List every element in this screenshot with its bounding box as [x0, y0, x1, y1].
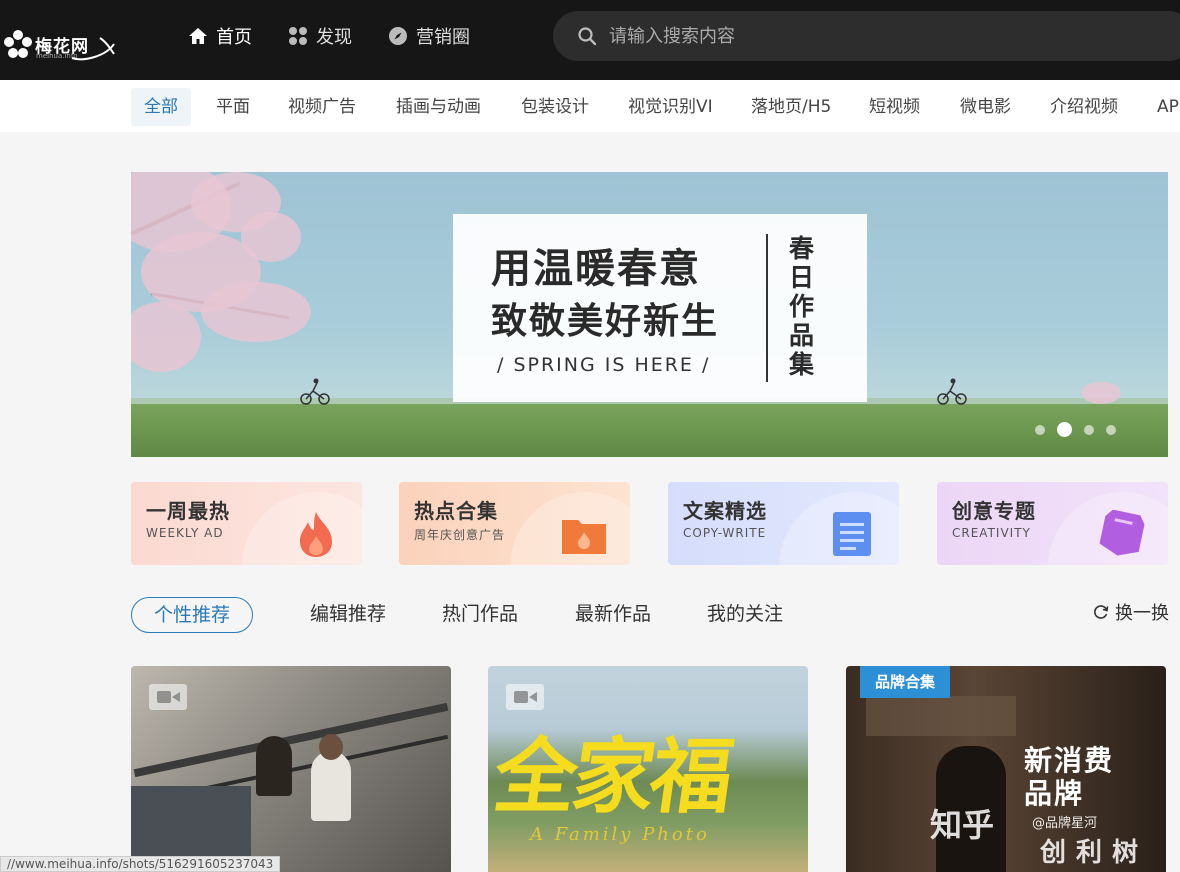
refresh-label: 换一换 — [1115, 603, 1169, 624]
plum-blossom-icon — [4, 30, 32, 58]
browser-status-url: //www.meihua.info/shots/516291605237043 — [0, 856, 281, 872]
feature-card-copywriting[interactable]: 文案精选 COPY-WRITE — [668, 482, 899, 565]
top-navbar: 梅花网 meihua.info 首页 发现 营销圈 — [0, 0, 1180, 80]
banner-headline-2: 致敬美好新生 — [491, 301, 720, 342]
search-box — [553, 11, 1180, 61]
logo-swoosh — [71, 37, 115, 61]
category-illustration[interactable]: 插画与动画 — [396, 88, 481, 126]
banner-headline-1: 用温暖春意 — [491, 246, 701, 292]
folder-icon — [562, 520, 606, 554]
category-all[interactable]: 全部 — [131, 88, 191, 126]
nav-home[interactable]: 首页 — [188, 22, 252, 50]
thumbnail-subtitle: A Family Photo — [530, 824, 710, 845]
banner-divider — [766, 234, 768, 382]
nav-marketing-circle[interactable]: 营销圈 — [388, 22, 470, 50]
site-logo[interactable]: 梅花网 meihua.info — [0, 12, 118, 64]
hero-banner[interactable]: 用温暖春意 致敬美好新生 / SPRING IS HERE / 春日作品集 — [131, 172, 1168, 457]
compass-icon — [389, 27, 407, 45]
feature-subtitle: COPY-WRITE — [683, 526, 767, 540]
search-icon — [578, 27, 597, 46]
carousel-dot[interactable] — [1035, 424, 1045, 435]
work-thumbnail-family-photo[interactable]: 全家福 A Family Photo — [488, 666, 808, 872]
carousel-dot[interactable] — [1084, 424, 1094, 435]
grid-icon — [289, 27, 307, 45]
feature-card-hot-collection[interactable]: 热点合集 周年庆创意广告 — [399, 482, 630, 565]
feature-title: 一周最热 — [146, 499, 230, 523]
category-print[interactable]: 平面 — [216, 88, 250, 126]
category-video-ad[interactable]: 视频广告 — [288, 88, 356, 126]
feature-subtitle: 周年庆创意广告 — [414, 528, 506, 542]
category-bar: 全部 平面 视频广告 插画与动画 包装设计 视觉识别VI 落地页/H5 短视频 … — [0, 80, 1180, 132]
tab-editor-pick[interactable]: 编辑推荐 — [310, 597, 386, 633]
feature-title: 热点合集 — [414, 499, 498, 523]
zhihu-watermark: 知乎 — [930, 806, 995, 844]
cyclist-figure — [300, 378, 330, 405]
grass-field — [131, 404, 1168, 457]
category-vi[interactable]: 视觉识别VI — [628, 88, 713, 126]
category-short-video[interactable]: 短视频 — [869, 88, 920, 126]
tab-latest-works[interactable]: 最新作品 — [575, 597, 651, 633]
banner-vertical-title: 春日作品集 — [789, 234, 815, 379]
video-icon — [149, 684, 187, 710]
feature-title: 创意专题 — [952, 499, 1036, 523]
feature-title: 文案精选 — [683, 499, 767, 523]
thumbnail-title: 全家福 — [488, 729, 736, 825]
banner-title-card: 用温暖春意 致敬美好新生 / SPRING IS HERE / 春日作品集 — [453, 214, 867, 402]
work-thumbnail[interactable] — [131, 666, 451, 872]
search-input[interactable] — [609, 21, 1149, 51]
home-icon — [189, 28, 207, 44]
category-packaging[interactable]: 包装设计 — [521, 88, 589, 126]
feature-subtitle: WEEKLY AD — [146, 526, 224, 540]
collection-badge: 品牌合集 — [860, 666, 951, 698]
fire-icon — [300, 512, 332, 557]
tab-personal-recommend[interactable]: 个性推荐 — [131, 597, 254, 633]
nav-marketing-label: 营销圈 — [416, 27, 470, 48]
author-handle-watermark: @品牌星河 — [1032, 816, 1098, 831]
pen-icon — [1099, 510, 1145, 556]
category-intro-video[interactable]: 介绍视频 — [1050, 88, 1118, 126]
document-icon — [833, 512, 871, 556]
cyclist-figure — [937, 378, 967, 405]
nav-discover[interactable]: 发现 — [288, 22, 352, 50]
nav-discover-label: 发现 — [316, 27, 352, 48]
carousel-dot-active[interactable] — [1057, 422, 1072, 437]
feature-card-weekly-hot[interactable]: 一周最热 WEEKLY AD — [131, 482, 362, 565]
category-micro-film[interactable]: 微电影 — [960, 88, 1011, 126]
refresh-icon — [1094, 605, 1109, 619]
feature-subtitle: CREATIVITY — [952, 526, 1031, 540]
thumbnail-title-line: 新消费 — [1024, 744, 1115, 777]
refresh-button[interactable]: 换一换 — [1093, 599, 1169, 625]
carousel-dots — [1035, 422, 1116, 437]
category-landing-h5[interactable]: 落地页/H5 — [751, 88, 831, 126]
banner-english-tagline: / SPRING IS HERE / — [497, 354, 711, 376]
category-app[interactable]: APP — [1157, 88, 1180, 126]
nav-home-label: 首页 — [216, 27, 252, 48]
brand-watermark: 创利树 — [1040, 838, 1149, 868]
carousel-dot[interactable] — [1106, 424, 1116, 435]
feature-card-creative-topics[interactable]: 创意专题 CREATIVITY — [937, 482, 1168, 565]
thumbnail-title: 新消费 品牌 — [1024, 744, 1114, 810]
tab-my-follow[interactable]: 我的关注 — [707, 597, 783, 633]
thumbnail-title-line: 品牌 — [1024, 777, 1085, 810]
video-icon — [506, 684, 544, 710]
tab-hot-works[interactable]: 热门作品 — [442, 597, 518, 633]
